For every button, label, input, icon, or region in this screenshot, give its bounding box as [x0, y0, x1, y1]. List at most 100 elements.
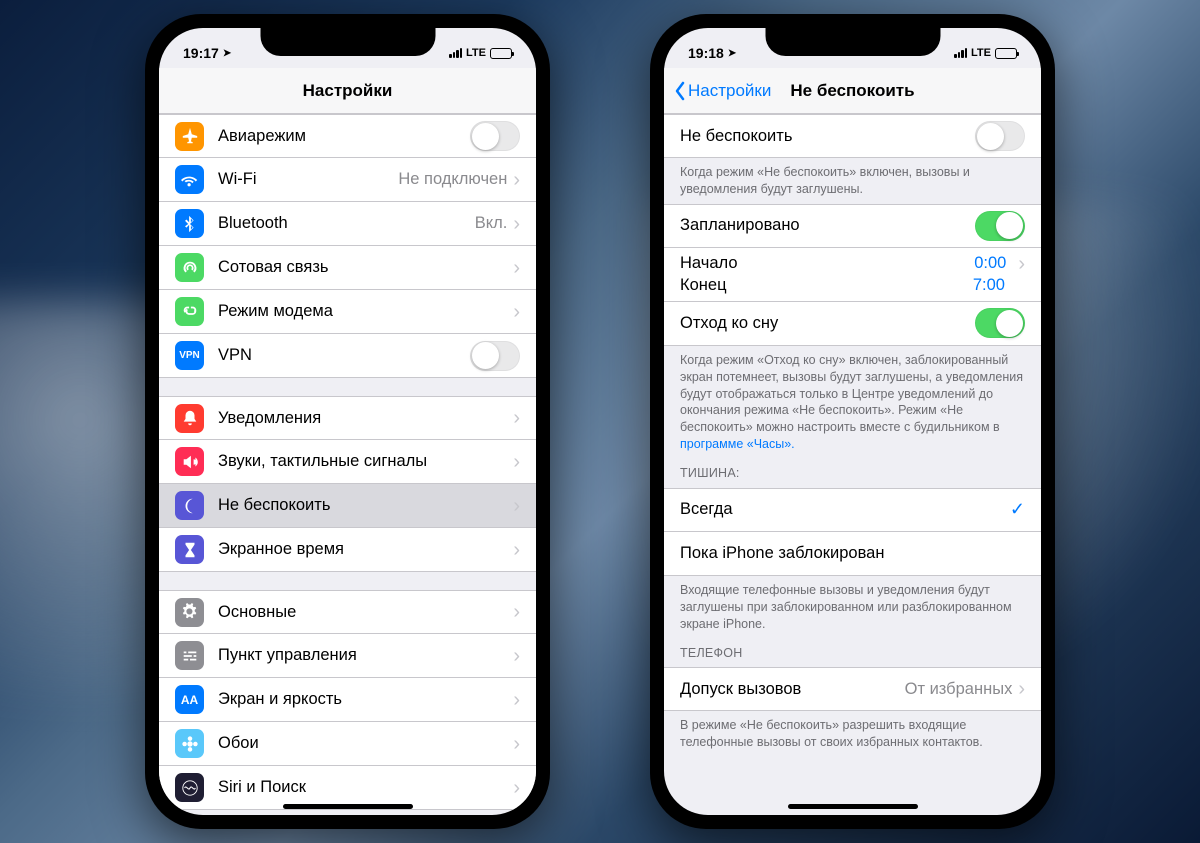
chevron-right-icon: › [513, 602, 520, 622]
location-icon: ➤ [728, 48, 736, 59]
hotspot-icon [175, 297, 204, 326]
row-bluetooth[interactable]: Bluetooth Вкл. › [159, 202, 536, 246]
row-label: Wi-Fi [218, 170, 398, 189]
silence-footer: Входящие телефонные вызовы и уведомления… [664, 576, 1041, 639]
airplane-icon [175, 122, 204, 151]
vpn-toggle[interactable] [470, 341, 520, 371]
chevron-right-icon: › [1018, 679, 1025, 699]
row-control-center[interactable]: Пункт управления › [159, 634, 536, 678]
nav-bar: Настройки Не беспокоить [664, 68, 1041, 114]
row-notifications[interactable]: Уведомления › [159, 396, 536, 440]
dnd-settings-list[interactable]: Не беспокоить Когда режим «Не беспокоить… [664, 114, 1041, 815]
location-icon: ➤ [223, 48, 231, 59]
chevron-right-icon: › [513, 496, 520, 516]
row-label: Bluetooth [218, 214, 475, 233]
row-do-not-disturb[interactable]: Не беспокоить › [159, 484, 536, 528]
airplane-toggle[interactable] [470, 121, 520, 151]
network-label: LTE [971, 47, 991, 59]
row-silence-always[interactable]: Всегда ✓ [664, 488, 1041, 532]
nav-bar: Настройки [159, 68, 536, 114]
battery-icon [490, 48, 512, 59]
page-title: Настройки [303, 81, 393, 101]
row-cellular[interactable]: Сотовая связь › [159, 246, 536, 290]
wallpaper-icon [175, 729, 204, 758]
row-scheduled[interactable]: Запланировано [664, 204, 1041, 248]
gear-icon [175, 598, 204, 627]
row-hotspot[interactable]: Режим модема › [159, 290, 536, 334]
row-label: Допуск вызовов [680, 680, 905, 699]
home-indicator[interactable] [283, 804, 413, 809]
sleep-footer: Когда режим «Отход ко сну» включен, забл… [664, 346, 1041, 459]
notifications-icon [175, 404, 204, 433]
status-time: 19:18 [688, 45, 724, 61]
chevron-right-icon: › [513, 646, 520, 666]
row-vpn[interactable]: VPN VPN [159, 334, 536, 378]
row-sleep[interactable]: Отход ко сну [664, 302, 1041, 346]
row-label: Обои [218, 734, 513, 753]
row-wifi[interactable]: Wi-Fi Не подключен › [159, 158, 536, 202]
row-allow-calls[interactable]: Допуск вызовов От избранных › [664, 667, 1041, 711]
phone-header: ТЕЛЕФОН [664, 639, 1041, 668]
row-label: Пункт управления [218, 646, 513, 665]
page-title: Не беспокоить [790, 81, 914, 101]
silence-header: ТИШИНА: [664, 459, 1041, 488]
row-value: Вкл. [475, 214, 508, 233]
notch [260, 28, 435, 56]
chevron-right-icon: › [513, 214, 520, 234]
siri-icon [175, 773, 204, 802]
settings-list[interactable]: Авиарежим Wi-Fi Не подключен › Bluetooth… [159, 114, 536, 815]
end-label: Конец [680, 276, 973, 295]
row-label: Основные [218, 603, 513, 622]
bluetooth-icon [175, 209, 204, 238]
row-airplane-mode[interactable]: Авиарежим [159, 114, 536, 158]
row-display[interactable]: AA Экран и яркость › [159, 678, 536, 722]
chevron-right-icon: › [513, 302, 520, 322]
row-label: Пока iPhone заблокирован [680, 544, 1025, 563]
allow-footer: В режиме «Не беспокоить» разрешить входя… [664, 711, 1041, 757]
row-value: От избранных [905, 680, 1013, 699]
battery-icon [995, 48, 1017, 59]
iphone-right: 19:18 ➤ LTE Настройки Не беспокоить Не б… [650, 14, 1055, 829]
back-button[interactable]: Настройки [674, 81, 771, 101]
sliders-icon [175, 641, 204, 670]
chevron-right-icon: › [513, 408, 520, 428]
scheduled-toggle[interactable] [975, 211, 1025, 241]
row-label: Авиарежим [218, 127, 470, 146]
network-label: LTE [466, 47, 486, 59]
chevron-back-icon [674, 81, 686, 101]
row-silence-locked[interactable]: Пока iPhone заблокирован [664, 532, 1041, 576]
start-label: Начало [680, 254, 974, 273]
chevron-right-icon: › [513, 258, 520, 278]
dnd-toggle[interactable] [975, 121, 1025, 151]
chevron-right-icon: › [513, 690, 520, 710]
status-time: 19:17 [183, 45, 219, 61]
row-label: Siri и Поиск [218, 778, 513, 797]
row-time-range[interactable]: Начало 0:00 › Конец 7:00 [664, 248, 1041, 302]
row-wallpaper[interactable]: Обои › [159, 722, 536, 766]
home-indicator[interactable] [788, 804, 918, 809]
row-label: Экранное время [218, 540, 513, 559]
back-label: Настройки [688, 81, 771, 101]
chevron-right-icon: › [513, 734, 520, 754]
row-general[interactable]: Основные › [159, 590, 536, 634]
chevron-right-icon: › [513, 452, 520, 472]
row-label: Всегда [680, 500, 1010, 519]
dnd-footer: Когда режим «Не беспокоить» включен, выз… [664, 158, 1041, 204]
sleep-toggle[interactable] [975, 308, 1025, 338]
row-label: Режим модема [218, 302, 513, 321]
row-sounds[interactable]: Звуки, тактильные сигналы › [159, 440, 536, 484]
row-label: Уведомления [218, 409, 513, 428]
chevron-right-icon: › [513, 540, 520, 560]
hourglass-icon [175, 535, 204, 564]
start-value: 0:00 [974, 254, 1006, 273]
row-dnd-master[interactable]: Не беспокоить [664, 114, 1041, 158]
iphone-left: 19:17 ➤ LTE Настройки Авиарежим Wi-Fi Не… [145, 14, 550, 829]
clock-app-link[interactable]: программе «Часы». [680, 437, 795, 451]
chevron-right-icon: › [513, 170, 520, 190]
row-screen-time[interactable]: Экранное время › [159, 528, 536, 572]
row-label: Не беспокоить [680, 127, 975, 146]
row-value: Не подключен [398, 170, 507, 189]
checkmark-icon: ✓ [1010, 499, 1025, 520]
wifi-icon [175, 165, 204, 194]
sound-icon [175, 447, 204, 476]
